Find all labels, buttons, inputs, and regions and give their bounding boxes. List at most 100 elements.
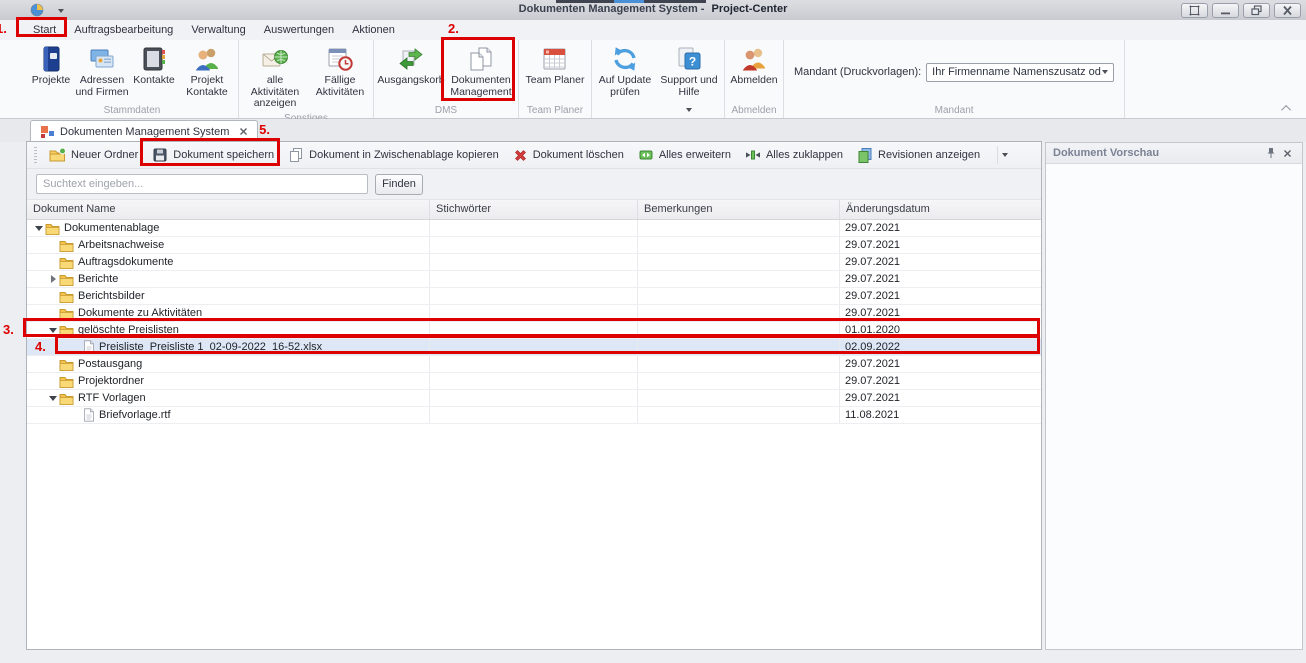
ribbon-button-alle-aktivitaeten-anzeigen[interactable]: alle Aktivitäten anzeigen [241, 42, 309, 112]
ribbon-group-label: Abmelden [727, 104, 781, 118]
column-header-aenderungsdatum[interactable]: Änderungsdatum [840, 200, 1041, 219]
titlebar: Dokumenten Management System - Project-C… [0, 0, 1306, 20]
table-row-berichtsbilder[interactable]: Berichtsbilder29.07.2021 [27, 288, 1041, 305]
toolbar-button-revisionen-anzeigen[interactable]: Revisionen anzeigen [850, 144, 987, 166]
minimize-button[interactable] [1212, 3, 1239, 18]
folder-icon [59, 239, 74, 252]
menu-item-auftragsbearbeitung[interactable]: Auftragsbearbeitung [65, 22, 182, 38]
ribbon-button-abmelden[interactable]: Abmelden [727, 42, 781, 89]
window-title-app: Project-Center [712, 3, 788, 15]
mandant-combobox-value: Ihr Firmenname Namenszusatz od... [932, 66, 1102, 78]
menu-item-start[interactable]: Start [24, 22, 65, 38]
window-title: Dokumenten Management System - Project-C… [0, 3, 1306, 15]
documents-icon [467, 45, 495, 73]
toolbar-button-dokument-in-zwischenablage-kopieren[interactable]: Dokument in Zwischenablage kopieren [281, 144, 506, 166]
close-button[interactable] [1274, 3, 1301, 18]
toolbar-button-dokument-loeschen[interactable]: Dokument löschen [506, 145, 631, 166]
ribbon-button-support-und-hilfe[interactable]: ?Support und Hilfe [656, 42, 722, 119]
table-row-auftragsdokumente[interactable]: Auftragsdokumente29.07.2021 [27, 254, 1041, 271]
aenderungsdatum-cell: 29.07.2021 [840, 220, 1041, 236]
preview-panel-header: Dokument Vorschau [1046, 143, 1302, 164]
chevron-down-icon [1002, 153, 1008, 157]
document-name: Berichte [78, 273, 118, 285]
pin-icon[interactable] [1263, 146, 1279, 161]
table-row-briefvorlage-rtf[interactable]: Briefvorlage.rtf11.08.2021 [27, 407, 1041, 424]
tree-expanded-icon[interactable] [49, 396, 57, 401]
find-button[interactable]: Finden [375, 174, 423, 195]
ribbon-button-auf-update-pruefen[interactable]: Auf Update prüfen [594, 42, 656, 100]
ribbon-button-kontakte[interactable]: Kontakte [130, 42, 178, 89]
document-name: Arbeitsnachweise [78, 239, 164, 251]
restore-button[interactable] [1243, 3, 1270, 18]
search-bar: Finden [27, 169, 1041, 200]
menu-item-verwaltung[interactable]: Verwaltung [182, 22, 254, 38]
folder-icon [59, 307, 74, 320]
tree-expanded-icon[interactable] [49, 328, 57, 333]
toolbar-button-alles-zuklappen[interactable]: Alles zuklappen [738, 144, 850, 166]
folder-icon [59, 256, 74, 269]
ribbon-button-label: Projekt Kontakte [179, 75, 235, 98]
mandant-label: Mandant (Druckvorlagen): [794, 66, 921, 78]
table-row-dokumentenablage[interactable]: Dokumentenablage29.07.2021 [27, 220, 1041, 237]
table-row-geloeschte-preislisten[interactable]: gelöschte Preislisten01.01.2020 [27, 322, 1041, 339]
document-name: Auftragsdokumente [78, 256, 173, 268]
column-header-bemerkungen[interactable]: Bemerkungen [638, 200, 840, 219]
toolbar-button-neuer-ordner[interactable]: Neuer Ordner [42, 144, 145, 166]
ribbon-group-label: Team Planer [521, 104, 589, 118]
ribbon-group-label: DMS [376, 104, 516, 118]
collapse-ribbon-button[interactable] [1280, 102, 1294, 114]
calendar-clock-icon [326, 45, 354, 73]
application-window: Dokumenten Management System - Project-C… [0, 0, 1306, 663]
stichwoerter-cell [430, 390, 638, 406]
table-row-projektordner[interactable]: Projektordner29.07.2021 [27, 373, 1041, 390]
table-row-berichte[interactable]: Berichte29.07.2021 [27, 271, 1041, 288]
ribbon-group-sonstiges: alle Aktivitäten anzeigenFällige Aktivit… [239, 40, 374, 118]
ribbon-group-mandant: Mandant (Druckvorlagen): Ihr Firmenname N… [784, 40, 1125, 118]
fullscreen-button[interactable] [1181, 3, 1208, 18]
copy-icon [288, 147, 304, 163]
preview-close-icon[interactable] [1279, 146, 1295, 161]
search-input[interactable] [36, 174, 368, 194]
ribbon-button-dokumenten-management[interactable]: Dokumenten Management [446, 42, 516, 100]
table-row-rtf-vorlagen[interactable]: RTF Vorlagen29.07.2021 [27, 390, 1041, 407]
toolbar-button-dokument-speichern[interactable]: Dokument speichern [145, 144, 281, 166]
mandant-combobox[interactable]: Ihr Firmenname Namenszusatz od... [926, 63, 1114, 82]
tree-expanded-icon[interactable] [35, 226, 43, 231]
bemerkungen-cell [638, 322, 840, 338]
menu-item-aktionen[interactable]: Aktionen [343, 22, 404, 38]
ribbon-button-projekte[interactable]: Projekte [28, 42, 74, 89]
ribbon-button-faellige-aktivitaeten[interactable]: Fällige Aktivitäten [309, 42, 371, 100]
document-name: Projektordner [78, 375, 144, 387]
tab-close-icon[interactable] [239, 127, 248, 136]
ribbon-button-projekt-kontakte[interactable]: Projekt Kontakte [178, 42, 236, 100]
table-row-dokumente-zu-aktivitaeten[interactable]: Dokumente zu Aktivitäten29.07.2021 [27, 305, 1041, 322]
ribbon-button-label: Dokumenten Management [447, 75, 515, 98]
stichwoerter-cell [430, 322, 638, 338]
table-row-arbeitsnachweise[interactable]: Arbeitsnachweise29.07.2021 [27, 237, 1041, 254]
bemerkungen-cell [638, 339, 840, 355]
table-row-postausgang[interactable]: Postausgang29.07.2021 [27, 356, 1041, 373]
ribbon-button-label: Projekte [32, 75, 71, 87]
tree-collapsed-icon[interactable] [51, 275, 56, 283]
stichwoerter-cell [430, 220, 638, 236]
aenderungsdatum-cell: 29.07.2021 [840, 305, 1041, 321]
aenderungsdatum-cell: 29.07.2021 [840, 356, 1041, 372]
folder-icon [59, 375, 74, 388]
toolbar-overflow-button[interactable] [997, 146, 1011, 164]
toolbar-grip[interactable] [34, 147, 37, 163]
calendar-icon [541, 45, 569, 73]
ribbon-button-adressen-und-firmen[interactable]: Adressen und Firmen [74, 42, 130, 100]
table-row-preisliste-preisliste-1-02-09-2022-16-52[interactable]: Preisliste_Preisliste 1_02-09-2022_16-52… [27, 339, 1041, 356]
svg-text:?: ? [689, 55, 696, 69]
bemerkungen-cell [638, 220, 840, 236]
tab-dokumenten-management-system[interactable]: Dokumenten Management System [30, 120, 258, 142]
ribbon-button-team-planer[interactable]: Team Planer [521, 42, 589, 89]
toolbar-button-alles-erweitern[interactable]: Alles erweitern [631, 144, 738, 166]
chevron-down-icon [686, 108, 692, 112]
column-header-dokument-name[interactable]: Dokument Name [27, 200, 430, 219]
ribbon-button-label: Auf Update prüfen [595, 75, 655, 98]
ribbon-group-abmelden: Abmelden Abmelden [725, 40, 784, 118]
column-header-stichwoerter[interactable]: Stichwörter [430, 200, 638, 219]
menu-item-auswertungen[interactable]: Auswertungen [255, 22, 343, 38]
ribbon-button-ausgangskorb[interactable]: Ausgangskorb [376, 42, 446, 89]
